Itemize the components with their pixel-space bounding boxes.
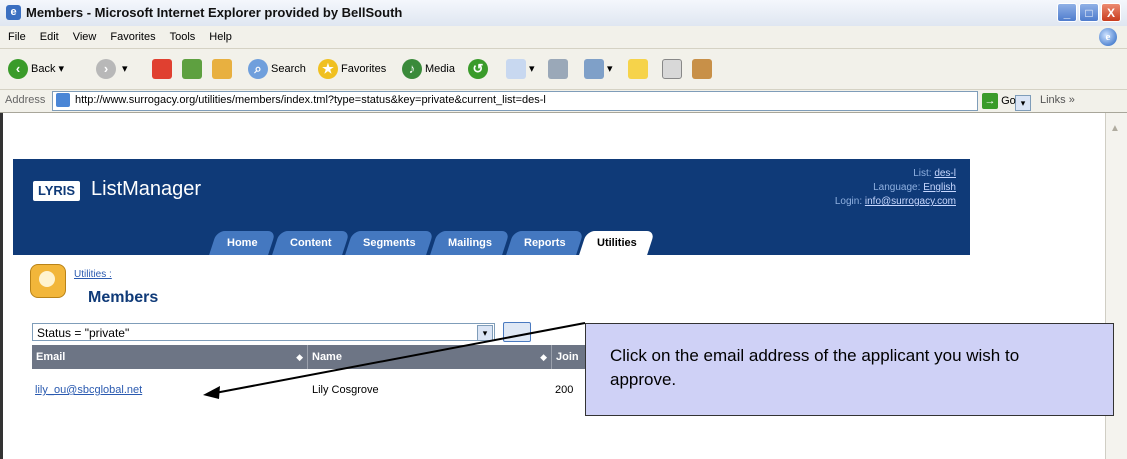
browser-window: e Members - Microsoft Internet Explorer … xyxy=(0,0,1127,459)
arrow-head-icon xyxy=(203,386,220,399)
arrow-line xyxy=(214,322,586,394)
callout-arrow xyxy=(203,322,586,399)
